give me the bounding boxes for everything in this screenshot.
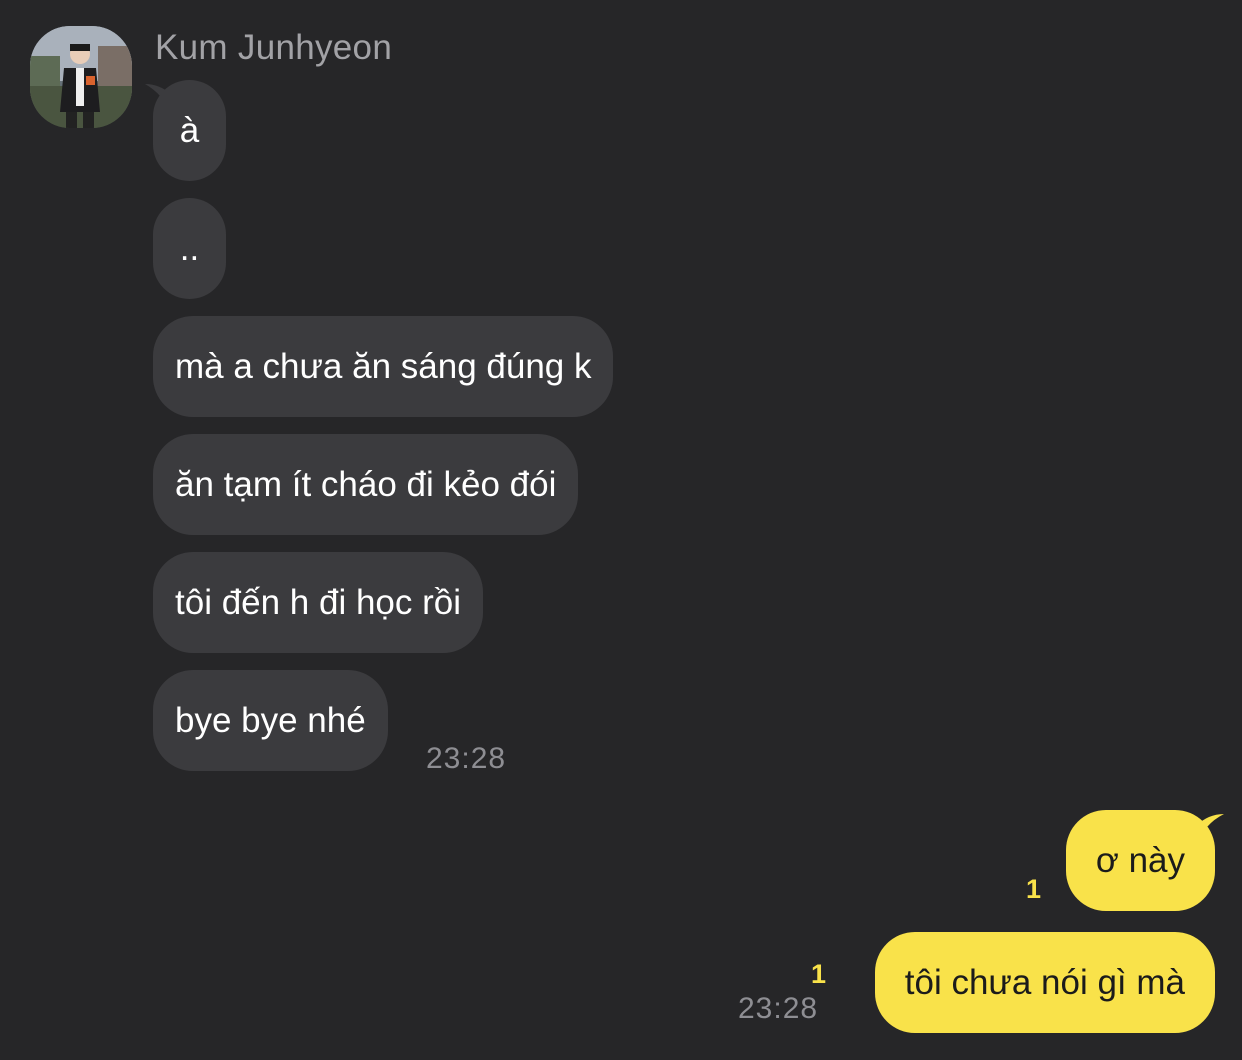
incoming-message-bubble[interactable]: ..: [153, 198, 226, 299]
incoming-timestamp: 23:28: [426, 742, 507, 775]
chat-screen: Kum Junhyeon à .. mà a chưa ăn sáng đúng…: [0, 0, 1242, 1060]
sender-name: Kum Junhyeon: [155, 28, 393, 67]
incoming-message-bubble[interactable]: à: [153, 80, 226, 181]
incoming-message-bubble[interactable]: mà a chưa ăn sáng đúng k: [153, 316, 614, 417]
avatar[interactable]: [30, 26, 132, 128]
incoming-message-bubble[interactable]: ăn tạm ít cháo đi kẻo đói: [153, 434, 579, 535]
outgoing-message-bubble[interactable]: tôi chưa nói gì mà: [874, 932, 1215, 1033]
outgoing-message-bubble[interactable]: ơ này: [1065, 810, 1215, 911]
avatar-photo: [30, 26, 132, 128]
incoming-message-bubble[interactable]: bye bye nhé: [153, 670, 388, 771]
outgoing-timestamp: 23:28: [738, 992, 819, 1025]
incoming-message-bubble[interactable]: tôi đến h đi học rồi: [153, 552, 484, 653]
unread-count: 1: [811, 959, 827, 989]
unread-count: 1: [1026, 874, 1042, 904]
